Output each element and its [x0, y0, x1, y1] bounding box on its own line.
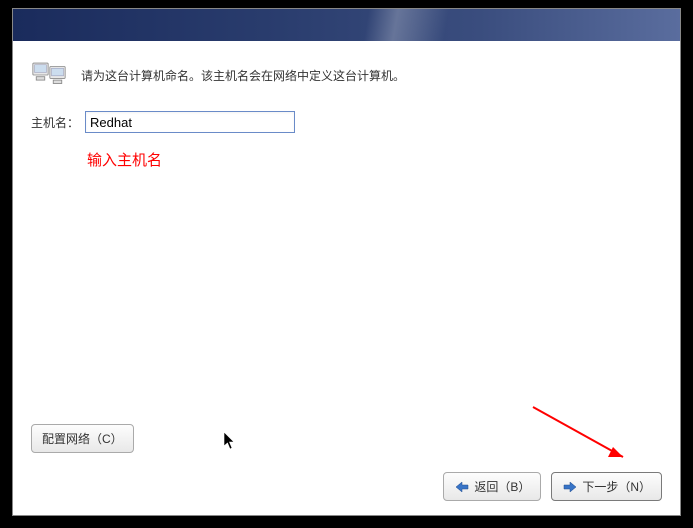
- cursor-icon: [223, 431, 237, 454]
- next-label: 下一步（N）: [582, 478, 651, 495]
- hostname-row: 主机名：: [31, 111, 662, 133]
- footer-buttons: 返回（B） 下一步（N）: [443, 472, 662, 501]
- config-network-button[interactable]: 配置网络（C）: [31, 424, 134, 453]
- config-network-label: 配置网络（C）: [42, 430, 123, 447]
- instruction-row: 请为这台计算机命名。该主机名会在网络中定义这台计算机。: [31, 61, 662, 89]
- next-button[interactable]: 下一步（N）: [551, 472, 662, 501]
- arrow-left-icon: [454, 480, 470, 494]
- instruction-text: 请为这台计算机命名。该主机名会在网络中定义这台计算机。: [81, 67, 405, 84]
- arrow-right-icon: [562, 480, 578, 494]
- content-area: 请为这台计算机命名。该主机名会在网络中定义这台计算机。 主机名： 输入主机名 配…: [13, 41, 680, 515]
- hostname-input[interactable]: [85, 111, 295, 133]
- header-banner: [13, 9, 680, 41]
- annotation-arrow: [528, 402, 638, 475]
- installer-window: 请为这台计算机命名。该主机名会在网络中定义这台计算机。 主机名： 输入主机名 配…: [12, 8, 681, 516]
- annotation-text: 输入主机名: [87, 149, 662, 170]
- back-label: 返回（B）: [474, 478, 530, 495]
- back-button[interactable]: 返回（B）: [443, 472, 541, 501]
- computer-icon: [31, 61, 67, 89]
- config-network-area: 配置网络（C）: [31, 424, 134, 453]
- hostname-label: 主机名：: [31, 114, 79, 131]
